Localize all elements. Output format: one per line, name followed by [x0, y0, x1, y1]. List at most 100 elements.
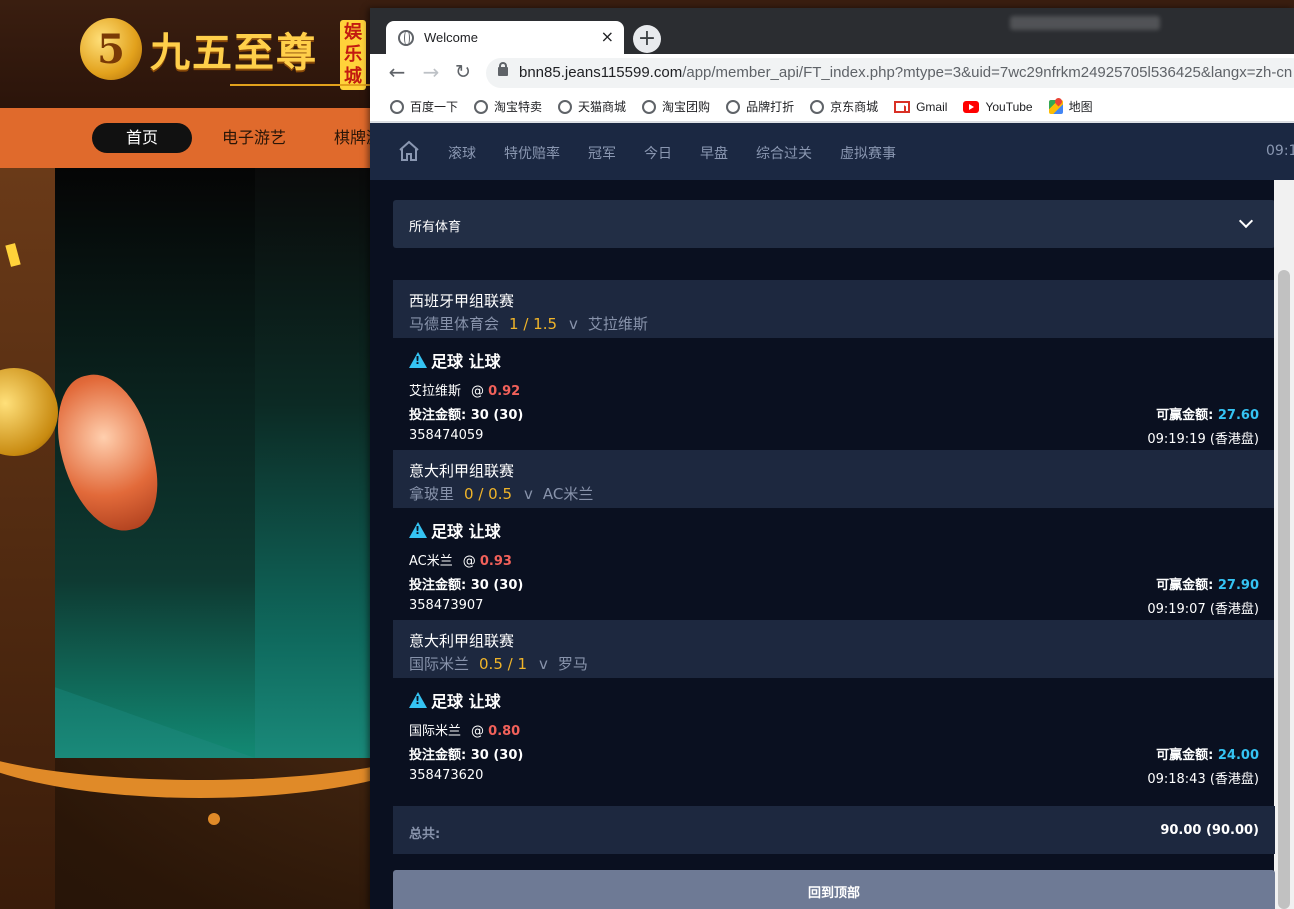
vs-label: v [569, 315, 578, 333]
nav-early[interactable]: 早盘 [700, 143, 728, 163]
bookmark-label: 品牌打折 [746, 100, 795, 114]
stake-label: 投注金额: [409, 748, 467, 763]
bet-time: 09:19:19 (香港盘) [1147, 432, 1259, 447]
bet-list-container: 所有体育 西班牙甲组联赛 马德里体育会 1 / 1.5 v 艾拉维斯 足球 让球 艾拉… [370, 180, 1275, 909]
carousel-dot[interactable] [208, 813, 220, 825]
win-label: 可赢金额: [1156, 408, 1214, 423]
bet-time: 09:19:07 (香港盘) [1147, 602, 1259, 617]
home-team: 拿玻里 [409, 485, 455, 503]
bookmark-item[interactable]: 京东商城 [810, 98, 878, 115]
tab-strip: Welcome × + [370, 8, 1294, 54]
page-scrollbar[interactable] [1274, 180, 1294, 909]
at-sign: @ [462, 554, 476, 569]
casino-nav-games[interactable]: 电子游艺 [222, 123, 286, 153]
lock-icon[interactable] [498, 62, 508, 76]
vs-label: v [539, 655, 548, 673]
globe-icon [558, 99, 573, 114]
stake-line: 投注金额: 30 (30) [409, 404, 523, 423]
bookmark-label: 淘宝特卖 [494, 100, 543, 114]
bookmark-item[interactable]: 天猫商城 [558, 98, 626, 115]
bet-type-label: 足球 让球 [431, 692, 501, 711]
nav-champion[interactable]: 冠军 [588, 143, 616, 163]
nav-virtual[interactable]: 虚拟赛事 [840, 143, 896, 163]
stake-amount: 30 (30) [470, 578, 524, 593]
league-name: 意大利甲组联赛 [409, 632, 515, 650]
bet-header: 西班牙甲组联赛 马德里体育会 1 / 1.5 v 艾拉维斯 [393, 280, 1275, 338]
sport-select[interactable]: 所有体育 [393, 200, 1275, 248]
nav-special-odds[interactable]: 特优赔率 [504, 143, 560, 163]
bet-type: 足球 让球 [409, 348, 501, 372]
new-tab-button[interactable]: + [633, 25, 661, 53]
globe-icon [390, 99, 404, 114]
back-arrow-icon[interactable]: ← [386, 62, 408, 84]
selection-line: AC米兰 @ 0.93 [409, 550, 512, 569]
away-team: AC米兰 [542, 485, 594, 503]
total-value: 90.00 (90.00) [1160, 823, 1259, 838]
bet-details: 足球 让球 国际米兰 @ 0.80 投注金额: 30 (30) 可赢金额: 24.… [393, 678, 1275, 790]
bookmark-item[interactable]: 品牌打折 [726, 98, 794, 115]
globe-icon [726, 99, 741, 114]
matchup: 拿玻里 0 / 0.5 v AC米兰 [409, 483, 1275, 504]
stake-line: 投注金额: 30 (30) [409, 744, 523, 763]
warning-icon [409, 352, 427, 368]
bookmarks-bar: 百度一下 淘宝特卖 天猫商城 淘宝团购 品牌打折 京东商城 Gmail YouT… [370, 92, 1294, 122]
address-bar[interactable]: bnn85.jeans115599.com/app/member_api/FT_… [486, 58, 1294, 88]
url-path: /app/member_api/FT_index.php?mtype=3&uid… [682, 64, 1293, 81]
selection: 艾拉维斯 [409, 384, 462, 399]
bookmark-item[interactable]: 百度一下 [390, 98, 458, 115]
forward-arrow-icon[interactable]: → [420, 62, 442, 84]
bookmark-item[interactable]: 淘宝团购 [642, 98, 710, 115]
league-name: 意大利甲组联赛 [409, 462, 515, 480]
win-amount: 27.60 [1217, 408, 1259, 423]
selection-line: 国际米兰 @ 0.80 [409, 720, 520, 739]
reload-icon[interactable]: ↻ [452, 62, 474, 84]
maps-icon [1048, 99, 1063, 114]
url-host: bnn85.jeans115599.com [519, 64, 683, 81]
bookmark-label: 地图 [1068, 100, 1093, 114]
betting-page: 滚球 特优赔率 冠军 今日 早盘 综合过关 虚拟赛事 09:1 所有体育 西班牙… [370, 123, 1294, 909]
stake-amount: 30 (30) [470, 408, 524, 423]
bookmark-youtube[interactable]: YouTube [963, 99, 1033, 114]
league-name: 西班牙甲组联赛 [409, 292, 515, 310]
bookmark-maps[interactable]: 地图 [1048, 98, 1093, 115]
selection: AC米兰 [409, 554, 453, 569]
bookmark-gmail[interactable]: Gmail [894, 100, 947, 114]
blurred-region [1010, 16, 1160, 30]
vs-label: v [524, 485, 533, 503]
nav-today[interactable]: 今日 [644, 143, 672, 163]
clock: 09:1 [1266, 143, 1294, 159]
globe-icon [474, 99, 489, 114]
win-label: 可赢金额: [1156, 578, 1214, 593]
casino-nav-home[interactable]: 首页 [92, 123, 192, 153]
bookmark-label: YouTube [985, 99, 1033, 114]
browser-window: Welcome × + ← → ↻ bnn85.jeans115599.com/… [370, 8, 1294, 909]
nav-live[interactable]: 滚球 [448, 143, 476, 163]
matchup: 国际米兰 0.5 / 1 v 罗马 [409, 653, 1275, 674]
ticket-id: 358473907 [409, 598, 484, 613]
scrollbar-thumb[interactable] [1278, 270, 1290, 909]
tab-welcome[interactable]: Welcome × [386, 21, 624, 54]
globe-icon [810, 99, 825, 114]
bookmark-item[interactable]: 淘宝特卖 [474, 98, 542, 115]
total-label: 总共: [409, 827, 441, 842]
gmail-icon [894, 100, 911, 113]
win-amount: 27.90 [1217, 578, 1259, 593]
close-icon[interactable]: × [601, 27, 614, 46]
stake-label: 投注金额: [409, 578, 467, 593]
bookmark-label: 淘宝团购 [662, 100, 711, 114]
nav-parlay[interactable]: 综合过关 [756, 143, 812, 163]
stake-amount: 30 (30) [470, 748, 524, 763]
win-amount: 24.00 [1217, 748, 1259, 763]
bookmark-label: 天猫商城 [578, 100, 627, 114]
url-text[interactable]: bnn85.jeans115599.com/app/member_api/FT_… [519, 64, 1292, 81]
casino-logo[interactable]: 5 九五至尊 娱乐城 [80, 18, 390, 90]
logo-badge: 娱乐城 [340, 20, 366, 90]
home-icon[interactable] [398, 140, 420, 162]
bet-header: 意大利甲组联赛 拿玻里 0 / 0.5 v AC米兰 [393, 450, 1275, 508]
back-to-top-button[interactable]: 回到顶部 [393, 870, 1275, 909]
handicap: 1 / 1.5 [509, 315, 558, 333]
win-line: 可赢金额: 24.00 [1156, 744, 1259, 763]
home-team: 马德里体育会 [409, 315, 500, 333]
bet-details: 足球 让球 AC米兰 @ 0.93 投注金额: 30 (30) 可赢金额: 27.… [393, 508, 1275, 620]
away-team: 艾拉维斯 [587, 315, 648, 333]
